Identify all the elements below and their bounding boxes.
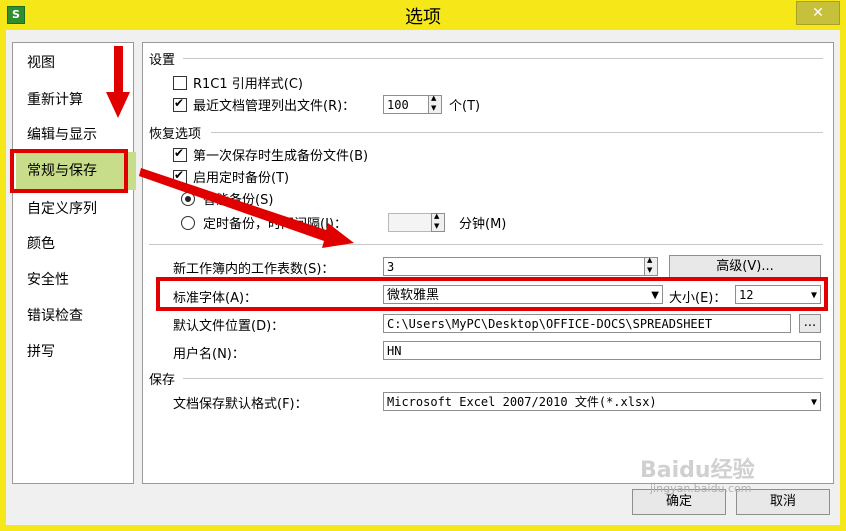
interval-unit: 分钟(M): [459, 217, 507, 232]
nav-item-edit-display[interactable]: 编辑与显示: [21, 124, 131, 146]
save-format-label: 文档保存默认格式(F)：: [173, 397, 308, 412]
interval-input[interactable]: [388, 213, 432, 232]
title-bar: S 选项 ✕: [0, 0, 846, 28]
interval-backup-radio[interactable]: [181, 216, 195, 230]
nav-item-security[interactable]: 安全性: [21, 269, 131, 291]
divider: [149, 244, 823, 245]
smart-backup-radio[interactable]: [181, 192, 195, 206]
recent-docs-label: 最近文档管理列出文件(R)：: [193, 99, 356, 114]
recent-docs-checkbox[interactable]: [173, 96, 187, 112]
username-label: 用户名(N)：: [173, 347, 245, 362]
r1c1-label: R1C1 引用样式(C): [193, 77, 304, 92]
recent-docs-unit: 个(T): [449, 99, 481, 114]
default-location-input[interactable]: C:\Users\MyPC\Desktop\OFFICE-DOCS\SPREAD…: [383, 314, 791, 333]
dialog-title: 选项: [405, 7, 441, 28]
divider: [183, 58, 823, 59]
browse-button[interactable]: ...: [799, 314, 821, 333]
recent-docs-count-input[interactable]: 100: [383, 95, 429, 114]
baidu-watermark-url: jingyan.baidu.com: [650, 482, 752, 495]
sheet-count-spinner[interactable]: [644, 256, 658, 276]
default-location-label: 默认文件位置(D)：: [173, 319, 285, 334]
timed-backup-checkbox[interactable]: [173, 168, 187, 184]
baidu-watermark: Baidu经验: [640, 458, 755, 483]
save-header: 保存: [149, 373, 176, 388]
divider: [211, 132, 823, 133]
dialog-body: 视图 重新计算 编辑与显示 常规与保存 自定义序列 颜色 安全性 错误检查 拼写…: [6, 30, 840, 525]
interval-backup-label: 定时备份，时间间隔(I)：: [203, 217, 347, 232]
nav-item-error-check[interactable]: 错误检查: [21, 305, 131, 327]
interval-spinner[interactable]: [431, 212, 445, 232]
advanced-button[interactable]: 高级(V)...: [669, 255, 821, 278]
settings-panel: 设置 R1C1 引用样式(C) 最近文档管理列出文件(R)： 100 个(T) …: [142, 42, 834, 484]
save-format-select[interactable]: Microsoft Excel 2007/2010 文件(*.xlsx) ▼: [383, 392, 821, 411]
backup-first-save-checkbox[interactable]: [173, 146, 187, 162]
chevron-down-icon: ▼: [810, 397, 817, 408]
settings-header: 设置: [149, 53, 176, 68]
save-format-value: Microsoft Excel 2007/2010 文件(*.xlsx): [387, 395, 657, 409]
category-list: 视图 重新计算 编辑与显示 常规与保存 自定义序列 颜色 安全性 错误检查 拼写: [12, 42, 136, 484]
sheet-count-input[interactable]: 3: [383, 257, 645, 276]
close-button[interactable]: ✕: [796, 1, 840, 25]
recovery-header: 恢复选项: [149, 127, 202, 142]
nav-item-view[interactable]: 视图: [21, 52, 131, 74]
divider: [183, 378, 823, 379]
r1c1-checkbox[interactable]: [173, 76, 187, 90]
options-dialog: S 选项 ✕ 视图 重新计算 编辑与显示 常规与保存 自定义序列 颜色 安全性 …: [0, 0, 846, 531]
highlight-box-font: [156, 277, 828, 311]
nav-item-color[interactable]: 颜色: [21, 233, 131, 255]
recent-docs-spinner[interactable]: [428, 94, 442, 114]
sheet-count-label: 新工作簿内的工作表数(S)：: [173, 262, 335, 277]
smart-backup-label: 智能备份(S): [203, 193, 274, 208]
username-input[interactable]: HN: [383, 341, 821, 360]
backup-first-save-label: 第一次保存时生成备份文件(B): [193, 149, 369, 164]
nav-item-recalculate[interactable]: 重新计算: [21, 89, 131, 111]
highlight-box-nav: [10, 149, 128, 193]
timed-backup-label: 启用定时备份(T): [193, 171, 290, 186]
nav-item-custom-lists[interactable]: 自定义序列: [21, 198, 131, 220]
nav-item-spelling[interactable]: 拼写: [21, 341, 131, 363]
